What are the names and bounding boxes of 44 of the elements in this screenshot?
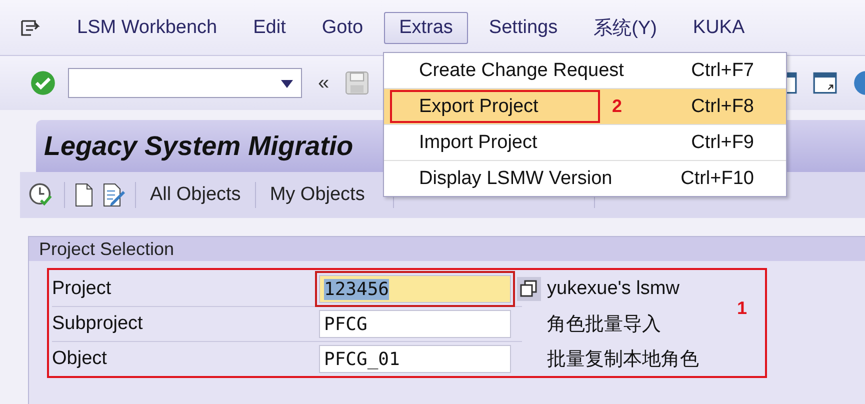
menu-item[interactable]: KUKA <box>678 12 760 44</box>
field-label: Subproject <box>52 313 144 335</box>
check-icon[interactable] <box>30 70 56 96</box>
menu-item[interactable]: Extras <box>384 12 468 44</box>
clock-check-icon[interactable] <box>28 182 54 208</box>
command-field[interactable] <box>68 68 302 98</box>
dropdown-arrow-icon[interactable] <box>281 80 293 88</box>
field-description: 角色批量导入 <box>547 313 661 337</box>
shortcut-label: Ctrl+F8 <box>691 96 754 118</box>
shortcut-label: Ctrl+F7 <box>691 60 754 82</box>
save-icon <box>345 71 370 95</box>
field-label: Object <box>52 348 108 370</box>
menu-item[interactable]: Display LSMW Version Ctrl+F10 <box>384 161 786 196</box>
menu-item-label: Export Project <box>419 96 538 118</box>
screen-title: Legacy System Migratio <box>44 130 354 162</box>
toolbar-button[interactable]: My Objects <box>266 182 369 208</box>
menu-item-label: Import Project <box>419 132 538 154</box>
menu-item[interactable]: Goto <box>306 12 378 44</box>
input-field[interactable]: PFCG <box>319 310 511 338</box>
menu-item-label: Create Change Request <box>419 60 624 82</box>
annotation-number: 1 <box>737 298 748 319</box>
menu-item[interactable]: LSM Workbench <box>62 12 232 44</box>
menu-item[interactable]: Edit <box>238 12 301 44</box>
field-description: 批量复制本地角色 <box>547 348 699 372</box>
input-field[interactable]: 123456 <box>319 275 511 303</box>
menu-item-label: Display LSMW Version <box>419 168 612 190</box>
window-icon[interactable] <box>813 71 837 95</box>
shortcut-label: Ctrl+F10 <box>680 168 754 190</box>
edit-document-icon[interactable] <box>103 183 125 207</box>
shortcut-label: Ctrl+F9 <box>691 132 754 154</box>
menu-item[interactable]: Settings <box>474 12 573 44</box>
menu-icon[interactable] <box>20 18 40 36</box>
menu-item[interactable]: Import Project Ctrl+F9 <box>384 125 786 161</box>
menu-item[interactable]: 系统(Y) <box>578 10 672 46</box>
field-description: yukexue's lsmw <box>547 278 680 300</box>
annotation-number: 2 <box>612 96 622 117</box>
input-field[interactable]: PFCG_01 <box>319 345 511 373</box>
toolbar-button[interactable]: All Objects <box>146 182 245 208</box>
menu-item[interactable]: Export Project 2 Ctrl+F8 <box>384 89 786 125</box>
collapse-icon[interactable]: « <box>318 72 330 94</box>
group-title: Project Selection <box>39 238 174 260</box>
new-document-icon[interactable] <box>75 183 93 207</box>
field-label: Project <box>52 278 112 300</box>
value-help-icon[interactable] <box>517 277 541 301</box>
